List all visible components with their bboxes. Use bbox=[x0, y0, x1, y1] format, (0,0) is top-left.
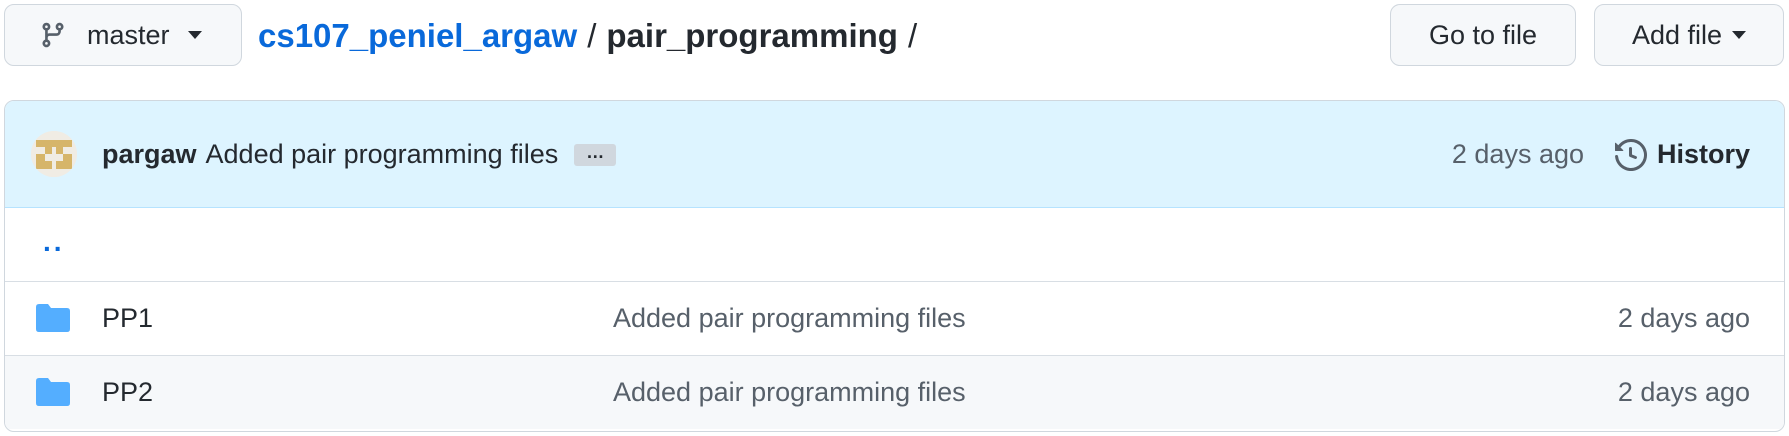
file-commit-date: 2 days ago bbox=[1617, 303, 1750, 333]
history-icon bbox=[1614, 138, 1647, 171]
branch-name: master bbox=[87, 19, 170, 50]
file-navigation: master cs107_peniel_argaw / pair_program… bbox=[0, 0, 1789, 72]
file-listing: pargaw Added pair programming files … 2 … bbox=[4, 100, 1785, 432]
history-link[interactable]: History bbox=[1614, 101, 1750, 208]
latest-commit-bar: pargaw Added pair programming files … 2 … bbox=[5, 101, 1784, 208]
branch-select-button[interactable]: master bbox=[4, 4, 242, 66]
breadcrumb-repo-link[interactable]: cs107_peniel_argaw bbox=[258, 17, 577, 55]
chevron-down-icon bbox=[1732, 31, 1747, 39]
file-name-link[interactable]: PP2 bbox=[102, 377, 153, 408]
breadcrumb-current-directory: pair_programming bbox=[606, 17, 898, 54]
file-name-link[interactable]: PP1 bbox=[102, 303, 153, 334]
parent-directory-row[interactable]: .. bbox=[5, 208, 1784, 281]
avatar[interactable] bbox=[31, 131, 77, 177]
breadcrumb: cs107_peniel_argaw / pair_programming / bbox=[258, 14, 917, 58]
git-branch-icon bbox=[42, 22, 64, 48]
go-to-file-button[interactable]: Go to file bbox=[1390, 4, 1576, 66]
commit-author-link[interactable]: pargaw bbox=[102, 139, 197, 170]
table-row[interactable]: PP2 Added pair programming files 2 days … bbox=[5, 355, 1784, 429]
table-row[interactable]: PP1 Added pair programming files 2 days … bbox=[5, 281, 1784, 355]
commit-message-link[interactable]: Added pair programming files bbox=[206, 139, 559, 170]
folder-icon bbox=[36, 378, 70, 406]
add-file-label: Add file bbox=[1631, 19, 1723, 50]
folder-icon bbox=[36, 304, 70, 332]
identicon-icon bbox=[31, 131, 77, 177]
expand-commit-button[interactable]: … bbox=[574, 143, 617, 166]
file-commit-message-link[interactable]: Added pair programming files bbox=[613, 303, 966, 334]
commit-summary: pargaw Added pair programming files … bbox=[102, 101, 617, 208]
commit-date[interactable]: 2 days ago bbox=[1452, 101, 1584, 208]
file-commit-message-link[interactable]: Added pair programming files bbox=[613, 377, 966, 408]
breadcrumb-separator-end: / bbox=[907, 17, 918, 54]
breadcrumb-separator: / bbox=[587, 17, 597, 54]
history-label: History bbox=[1656, 139, 1750, 169]
add-file-button[interactable]: Add file bbox=[1594, 4, 1784, 66]
file-commit-date: 2 days ago bbox=[1617, 377, 1750, 407]
parent-directory-link[interactable]: .. bbox=[43, 226, 65, 258]
chevron-down-icon bbox=[187, 31, 202, 39]
